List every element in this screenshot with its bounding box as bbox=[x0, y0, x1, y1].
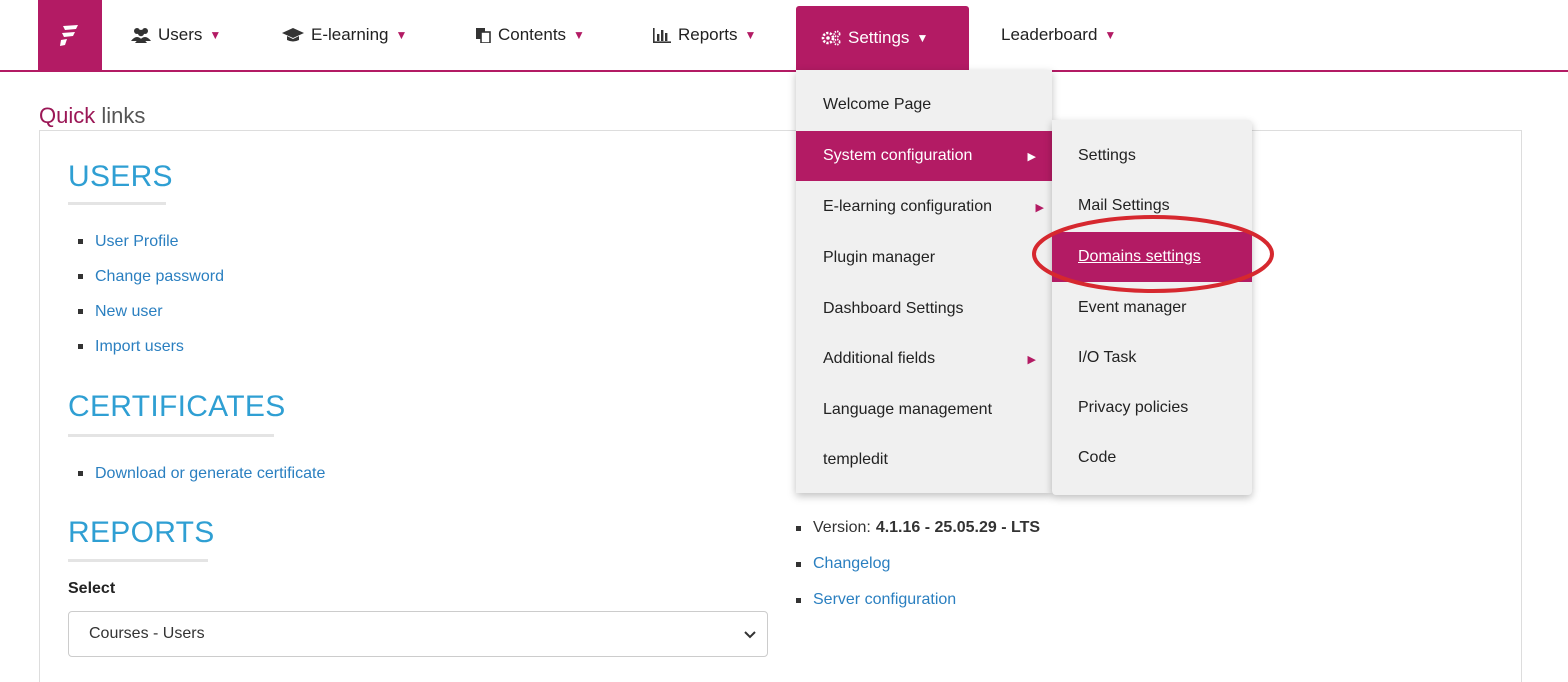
nav-divider bbox=[0, 70, 1568, 72]
reports-heading-underline bbox=[68, 559, 208, 562]
link-new-user[interactable]: New user bbox=[78, 294, 224, 329]
caret-down-icon: ▼ bbox=[209, 28, 222, 42]
gears-icon bbox=[821, 30, 841, 46]
report-select-value: Courses - Users bbox=[89, 625, 205, 642]
graduation-cap-icon bbox=[282, 27, 304, 43]
copy-icon bbox=[475, 27, 491, 43]
certificates-heading-underline bbox=[68, 434, 274, 437]
caret-down-icon: ▼ bbox=[744, 28, 757, 42]
nav-leaderboard-label: Leaderboard bbox=[1001, 25, 1098, 44]
link-changelog[interactable]: Changelog bbox=[796, 546, 1040, 582]
report-select-label: Select bbox=[68, 580, 116, 597]
page-title-rest: links bbox=[95, 103, 146, 128]
certificates-links: Download or generate certificate bbox=[78, 456, 325, 491]
menu-item-welcome-page[interactable]: Welcome Page bbox=[796, 80, 1052, 130]
submenu-item-code[interactable]: Code bbox=[1052, 433, 1252, 483]
bar-chart-icon bbox=[653, 27, 671, 43]
link-server-configuration[interactable]: Server configuration bbox=[796, 582, 1040, 618]
submenu-item-domains-settings[interactable]: Domains settings bbox=[1052, 232, 1252, 282]
caret-right-icon: ▶ bbox=[1035, 201, 1044, 214]
caret-down-icon: ▼ bbox=[916, 31, 929, 45]
logo-icon bbox=[60, 25, 78, 46]
nav-reports-label: Reports bbox=[678, 25, 738, 44]
chevron-down-icon bbox=[744, 631, 756, 639]
nav-reports[interactable]: Reports ▼ bbox=[653, 0, 756, 70]
caret-down-icon: ▼ bbox=[573, 28, 585, 42]
caret-down-icon: ▼ bbox=[1104, 28, 1117, 42]
submenu-item-io-task[interactable]: I/O Task bbox=[1052, 333, 1252, 383]
version-info: Version: 4.1.16 - 25.05.29 - LTS bbox=[796, 510, 1040, 546]
link-change-password[interactable]: Change password bbox=[78, 259, 224, 294]
report-select[interactable]: Courses - Users bbox=[68, 611, 768, 657]
caret-right-icon: ▶ bbox=[1027, 150, 1036, 163]
nav-contents[interactable]: Contents ▼ bbox=[475, 0, 585, 70]
nav-leaderboard[interactable]: Leaderboard ▼ bbox=[1001, 0, 1116, 70]
menu-item-language-management[interactable]: Language management bbox=[796, 385, 1052, 435]
submenu-item-event-manager[interactable]: Event manager bbox=[1052, 283, 1252, 333]
users-icon bbox=[131, 27, 151, 43]
app-logo[interactable] bbox=[38, 0, 102, 70]
top-navigation-bar: Users ▼ E-learning ▼ Contents ▼ Reports … bbox=[0, 0, 1568, 72]
reports-section-heading: REPORTS bbox=[68, 516, 215, 549]
caret-down-icon: ▼ bbox=[395, 28, 408, 42]
link-import-users[interactable]: Import users bbox=[78, 329, 224, 364]
submenu-item-privacy-policies[interactable]: Privacy policies bbox=[1052, 383, 1252, 433]
certificates-section-heading: CERTIFICATES bbox=[68, 390, 286, 423]
menu-item-elearning-configuration[interactable]: E-learning configuration ▶ bbox=[796, 182, 1052, 232]
menu-item-system-configuration[interactable]: System configuration ▶ bbox=[796, 131, 1052, 181]
users-section-heading: USERS bbox=[68, 160, 173, 193]
menu-item-templedit[interactable]: templedit bbox=[796, 435, 1052, 485]
nav-users[interactable]: Users ▼ bbox=[131, 0, 221, 70]
submenu-item-settings[interactable]: Settings bbox=[1052, 131, 1252, 181]
nav-elearning-label: E-learning bbox=[311, 25, 389, 44]
users-heading-underline bbox=[68, 202, 166, 205]
menu-item-plugin-manager[interactable]: Plugin manager bbox=[796, 233, 1052, 283]
users-links: User Profile Change password New user Im… bbox=[78, 224, 224, 364]
settings-dropdown-menu: Welcome Page System configuration ▶ E-lea… bbox=[796, 70, 1052, 493]
nav-settings[interactable]: Settings ▼ bbox=[796, 6, 969, 70]
submenu-item-mail-settings[interactable]: Mail Settings bbox=[1052, 181, 1252, 231]
menu-item-additional-fields[interactable]: Additional fields ▶ bbox=[796, 334, 1052, 384]
nav-contents-label: Contents bbox=[498, 25, 567, 44]
nav-elearning[interactable]: E-learning ▼ bbox=[282, 0, 407, 70]
system-configuration-submenu: Settings Mail Settings Domains settings … bbox=[1052, 120, 1252, 495]
menu-item-dashboard-settings[interactable]: Dashboard Settings bbox=[796, 284, 1052, 334]
caret-right-icon: ▶ bbox=[1027, 353, 1036, 366]
version-value: 4.1.16 - 25.05.29 - LTS bbox=[875, 519, 1041, 536]
nav-users-label: Users bbox=[158, 25, 203, 44]
system-info-list: Version: 4.1.16 - 25.05.29 - LTS Changelo… bbox=[796, 510, 1040, 618]
link-user-profile[interactable]: User Profile bbox=[78, 224, 224, 259]
page-title-accent: Quick bbox=[39, 103, 96, 128]
page-title: Quick links bbox=[39, 103, 145, 129]
nav-settings-label: Settings bbox=[848, 28, 910, 47]
link-download-certificate[interactable]: Download or generate certificate bbox=[78, 456, 325, 491]
